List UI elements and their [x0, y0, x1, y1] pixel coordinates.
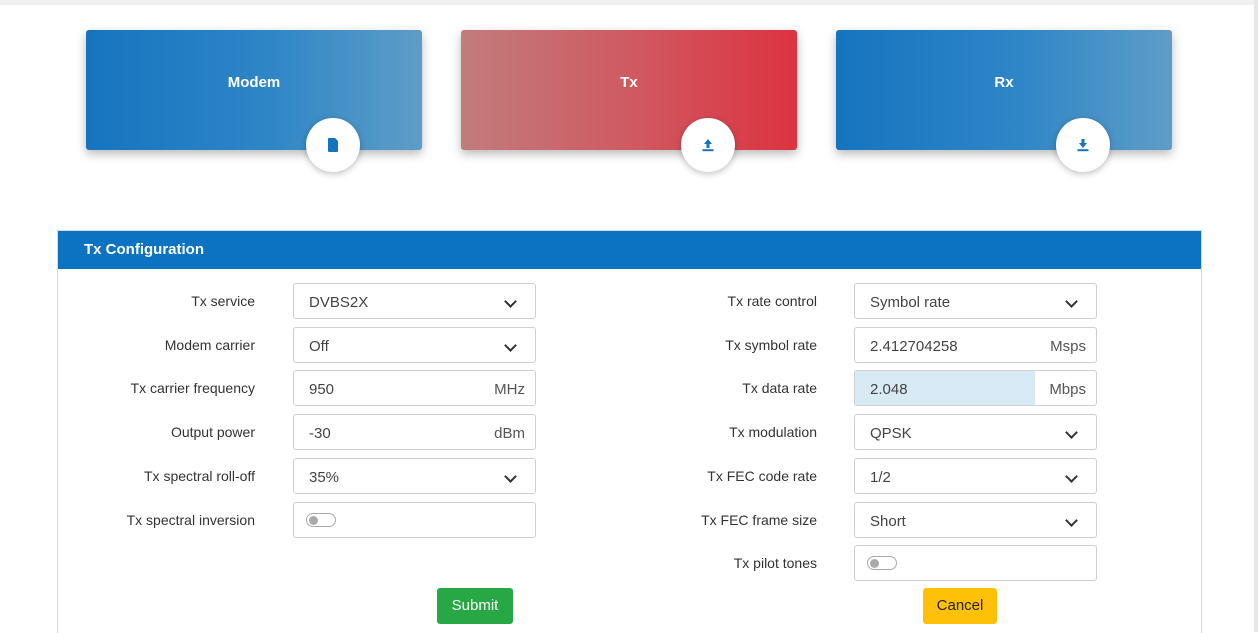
tx-symbol-rate-unit: Msps [1050, 338, 1086, 355]
output-power-value: -30 [309, 425, 331, 442]
panel-header: Tx Configuration [58, 231, 1201, 269]
tx-spectral-roll-off-label: Tx spectral roll-off [144, 468, 255, 484]
tx-carrier-frequency-label: Tx carrier frequency [130, 380, 255, 396]
output-power-unit: dBm [494, 425, 525, 442]
output-power-label: Output power [170, 424, 255, 440]
tx-service-value: DVBS2X [309, 294, 369, 311]
tx-fec-frame-size-label: Tx FEC frame size [701, 512, 817, 528]
tx-symbol-rate-value: 2.412704258 [870, 338, 958, 355]
tx-fec-code-rate-value: 1/2 [870, 469, 891, 486]
tx-spectral-roll-off-select[interactable]: 35% [293, 458, 536, 494]
tx-spectral-inversion-toggle[interactable] [306, 513, 336, 527]
tx-rate-control-select[interactable]: Symbol rate [854, 283, 1097, 319]
chevron-down-icon [1065, 470, 1078, 483]
modem-carrier-label: Modem carrier [164, 337, 255, 353]
chevron-down-icon [1065, 295, 1078, 308]
tx-service-label: Tx service [191, 293, 255, 309]
tx-rate-control-label: Tx rate control [727, 293, 817, 309]
tx-rate-control-value: Symbol rate [870, 294, 951, 311]
tx-pilot-tones-field [854, 545, 1097, 581]
tx-carrier-frequency-input[interactable]: 950 MHz [293, 370, 536, 406]
toggle-knob [309, 515, 318, 525]
tx-symbol-rate-input[interactable]: 2.412704258 Msps [854, 327, 1097, 363]
chevron-down-icon [1065, 426, 1078, 439]
tx-spectral-inversion-label: Tx spectral inversion [126, 512, 255, 528]
rx-card-badge [1056, 118, 1110, 172]
sim-card-icon [328, 138, 338, 152]
rx-card-title: Rx [994, 74, 1014, 91]
tx-card[interactable]: Tx [461, 30, 797, 172]
panel-title: Tx Configuration [84, 241, 204, 258]
tx-fec-code-rate-label: Tx FEC code rate [707, 468, 817, 484]
tx-modulation-select[interactable]: QPSK [854, 414, 1097, 450]
toggle-knob [870, 558, 879, 568]
tx-modulation-value: QPSK [870, 425, 912, 442]
tx-fec-frame-size-select[interactable]: Short [854, 502, 1097, 538]
tx-spectral-inversion-field [293, 502, 536, 538]
download-icon [1077, 139, 1089, 152]
cancel-button[interactable]: Cancel [923, 588, 997, 624]
output-power-input[interactable]: -30 dBm [293, 414, 536, 450]
chevron-down-icon [504, 339, 517, 352]
submit-button[interactable]: Submit [437, 588, 513, 624]
tx-data-rate-value: 2.048 [870, 381, 908, 398]
top-edge [0, 0, 1258, 5]
tx-carrier-frequency-unit: MHz [494, 381, 525, 398]
scrollbar-track[interactable] [1254, 0, 1258, 632]
tx-spectral-roll-off-value: 35% [309, 469, 340, 486]
chevron-down-icon [1065, 514, 1078, 527]
tx-data-rate-label: Tx data rate [742, 380, 817, 396]
tx-pilot-tones-toggle[interactable] [867, 556, 897, 570]
modem-card[interactable]: Modem [86, 30, 422, 172]
rx-card[interactable]: Rx [836, 30, 1172, 172]
modem-card-title: Modem [227, 74, 281, 91]
upload-icon [702, 139, 714, 152]
tx-data-rate-unit: Mbps [1049, 381, 1086, 398]
tx-fec-frame-size-value: Short [870, 513, 906, 530]
tx-carrier-frequency-value: 950 [309, 381, 335, 398]
tx-data-rate-field: 2.048 Mbps [854, 370, 1097, 406]
tx-fec-code-rate-select[interactable]: 1/2 [854, 458, 1097, 494]
tx-service-select[interactable]: DVBS2X [293, 283, 536, 319]
tx-pilot-tones-label: Tx pilot tones [733, 555, 817, 571]
modem-carrier-value: Off [309, 338, 329, 355]
modem-carrier-select[interactable]: Off [293, 327, 536, 363]
chevron-down-icon [504, 470, 517, 483]
chevron-down-icon [504, 295, 517, 308]
tx-card-title: Tx [620, 74, 638, 91]
modem-card-badge [306, 118, 360, 172]
tx-symbol-rate-label: Tx symbol rate [725, 337, 817, 353]
tx-card-badge [681, 118, 735, 172]
tx-modulation-label: Tx modulation [729, 424, 817, 440]
